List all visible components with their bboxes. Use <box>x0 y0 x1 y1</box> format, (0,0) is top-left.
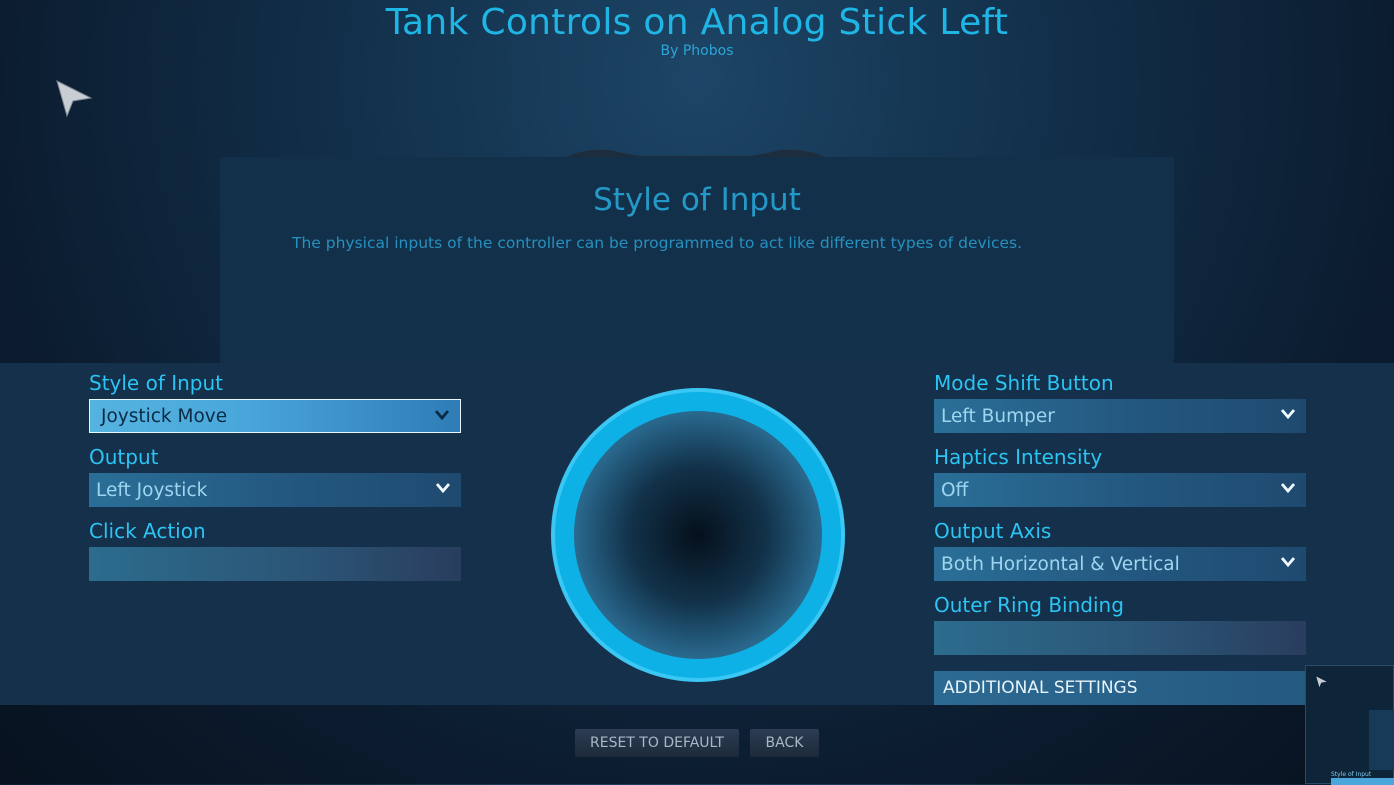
info-description: The physical inputs of the controller ca… <box>292 234 1023 252</box>
output-axis-dropdown[interactable]: Both Horizontal & Vertical <box>934 547 1306 581</box>
mini-preview-title: Style of Input <box>1331 771 1372 778</box>
additional-settings-label: ADDITIONAL SETTINGS <box>943 678 1138 698</box>
chevron-down-icon <box>1281 557 1295 567</box>
mode-shift-value: Left Bumper <box>941 406 1055 427</box>
output-label: Output <box>89 445 159 469</box>
outer-ring-label: Outer Ring Binding <box>934 593 1124 617</box>
mouse-cursor-icon <box>56 80 92 118</box>
info-title: Style of Input <box>593 182 801 218</box>
reset-to-default-button[interactable]: RESET TO DEFAULT <box>575 729 739 757</box>
info-panel: Style of Input The physical inputs of th… <box>220 157 1174 363</box>
haptics-label: Haptics Intensity <box>934 445 1103 469</box>
mode-shift-dropdown[interactable]: Left Bumper <box>934 399 1306 433</box>
haptics-value: Off <box>941 480 969 501</box>
author-byline: By Phobos <box>660 43 734 59</box>
output-value: Left Joystick <box>96 480 208 501</box>
additional-settings-button[interactable]: ADDITIONAL SETTINGS <box>934 671 1306 705</box>
output-dropdown[interactable]: Left Joystick <box>89 473 461 507</box>
style-of-input-label: Style of Input <box>89 371 224 395</box>
analog-stick-graphic <box>551 388 845 682</box>
style-of-input-value: Joystick Move <box>101 406 228 427</box>
click-action-binding[interactable] <box>89 547 461 581</box>
mode-shift-label: Mode Shift Button <box>934 371 1114 395</box>
mini-preview-panel <box>1369 710 1394 770</box>
haptics-dropdown[interactable]: Off <box>934 473 1306 507</box>
chevron-down-icon <box>436 483 450 493</box>
page-title: Tank Controls on Analog Stick Left <box>385 2 1009 43</box>
output-axis-label: Output Axis <box>934 519 1052 543</box>
style-of-input-dropdown[interactable]: Joystick Move <box>89 399 461 433</box>
chevron-down-icon <box>1281 409 1295 419</box>
mini-preview-thumbnail: Style of Input <box>1305 665 1394 785</box>
click-action-label: Click Action <box>89 519 206 543</box>
outer-ring-binding[interactable] <box>934 621 1306 655</box>
mouse-cursor-icon <box>1316 676 1327 688</box>
chevron-down-icon <box>1281 483 1295 493</box>
output-axis-value: Both Horizontal & Vertical <box>941 554 1180 575</box>
chevron-down-icon <box>435 410 449 420</box>
back-button[interactable]: BACK <box>750 729 819 757</box>
